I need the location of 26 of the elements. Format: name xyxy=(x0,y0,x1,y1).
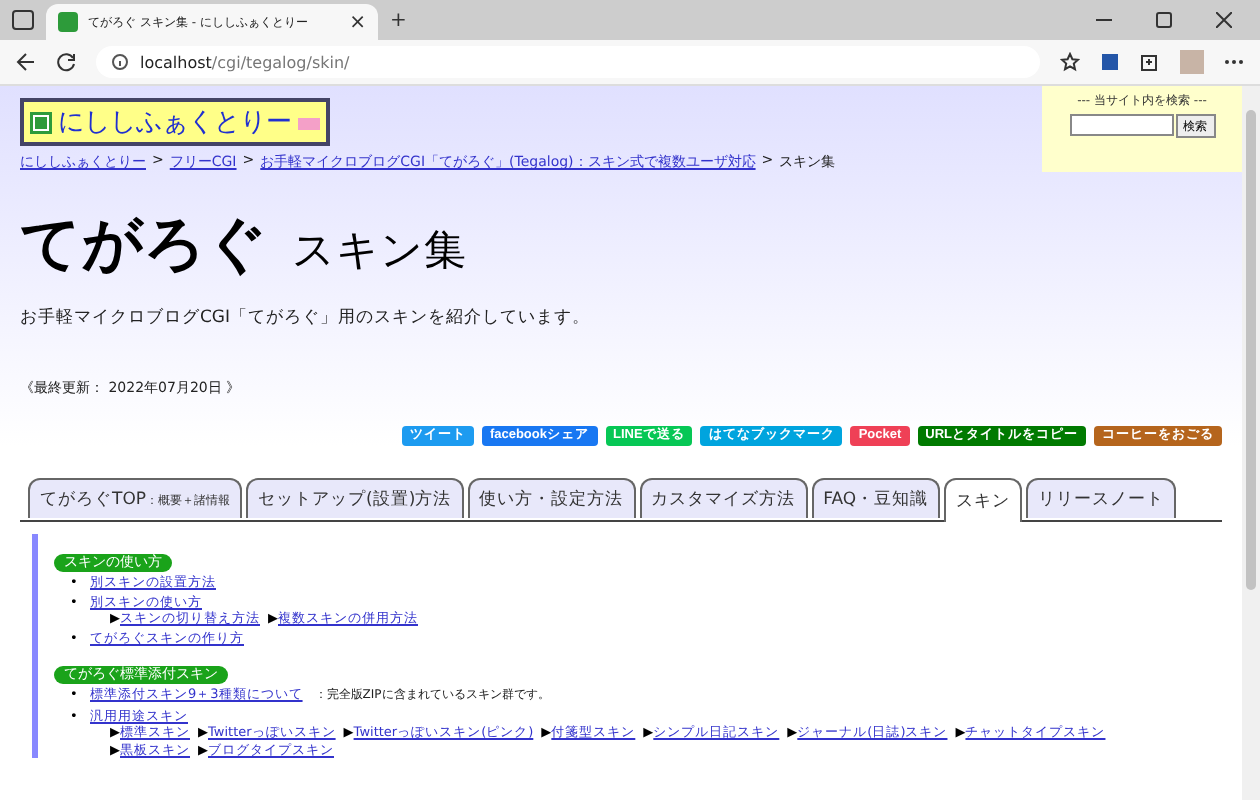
page-title: てがろぐ xyxy=(20,208,268,284)
scrollbar-thumb[interactable] xyxy=(1246,110,1256,590)
close-icon[interactable] xyxy=(1216,12,1232,28)
logo-mark-icon xyxy=(30,111,52,133)
nav-tab[interactable]: 使い方・設定方法 xyxy=(467,478,636,518)
favicon-icon xyxy=(58,12,78,32)
site-logo[interactable]: にししふぁくとりー xyxy=(20,98,330,146)
tab-close-button[interactable]: × xyxy=(349,11,366,33)
address-field[interactable]: localhost/cgi/tegalog/skin/ xyxy=(96,46,1040,78)
nav-tab[interactable]: スキン xyxy=(944,478,1023,522)
star-icon[interactable] xyxy=(1060,52,1080,72)
refresh-icon[interactable] xyxy=(56,52,76,72)
new-tab-button[interactable]: + xyxy=(390,10,407,32)
page-subtitle: スキン集 xyxy=(292,224,466,278)
nav-tab[interactable]: セットアップ(設置)方法 xyxy=(246,478,464,518)
nav-tab[interactable]: カスタマイズ方法 xyxy=(639,478,808,518)
back-icon[interactable] xyxy=(16,52,36,72)
tab-actions-icon[interactable] xyxy=(12,10,34,30)
nav-tab[interactable]: FAQ・豆知識 xyxy=(811,478,941,518)
info-icon xyxy=(112,54,128,70)
nav-tab[interactable]: リリースノート xyxy=(1026,478,1177,518)
more-icon[interactable] xyxy=(1224,58,1244,66)
search-field[interactable] xyxy=(1069,114,1173,136)
maximize-icon[interactable] xyxy=(1156,12,1172,28)
intro-text: お手軽マイクロブログCGI「てがろぐ」用のスキンを紹介しています。 xyxy=(20,306,593,330)
collections-icon[interactable] xyxy=(1140,52,1160,72)
